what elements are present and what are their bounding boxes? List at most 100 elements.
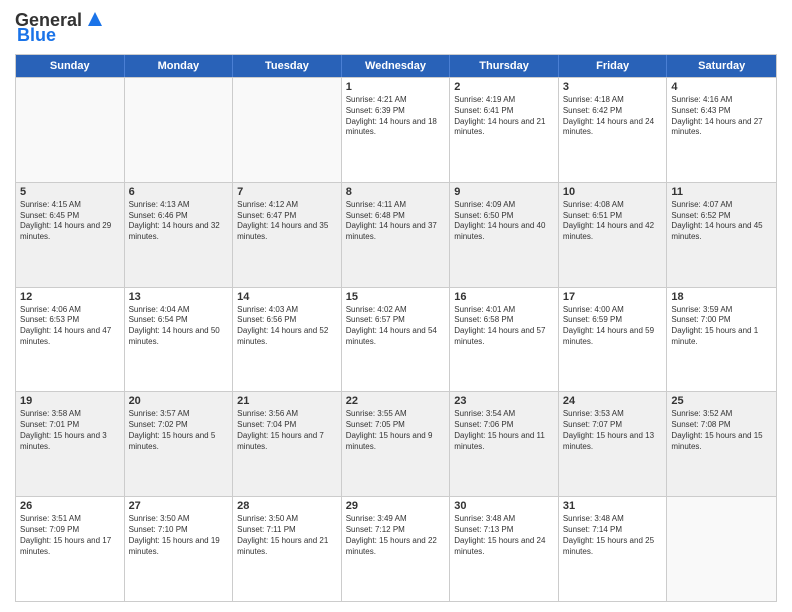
cell-info: Sunrise: 4:19 AM Sunset: 6:41 PM Dayligh… [454,95,554,138]
calendar-cell: 25Sunrise: 3:52 AM Sunset: 7:08 PM Dayli… [667,392,776,496]
cell-info: Sunrise: 4:03 AM Sunset: 6:56 PM Dayligh… [237,305,337,348]
cell-info: Sunrise: 4:04 AM Sunset: 6:54 PM Dayligh… [129,305,229,348]
calendar-cell: 6 Sunrise: 4:13 AM Sunset: 6:46 PM Daylig… [125,183,234,287]
day-number: 26 [20,500,120,512]
cell-info: Sunrise: 3:49 AM Sunset: 7:12 PM Dayligh… [346,514,446,557]
day-number: 23 [454,395,554,407]
day-header-sunday: Sunday [16,55,125,77]
calendar: SundayMondayTuesdayWednesdayThursdayFrid… [15,54,777,602]
cell-info: Sunrise: 4:11 AM Sunset: 6:48 PM Dayligh… [346,200,446,243]
calendar-cell: 22 Sunrise: 3:55 AM Sunset: 7:05 PM Dayli… [342,392,451,496]
calendar-cell: 1 Sunrise: 4:21 AM Sunset: 6:39 PM Daylig… [342,78,451,182]
calendar-cell: 13 Sunrise: 4:04 AM Sunset: 6:54 PM Dayli… [125,288,234,392]
calendar-week-2: 5 Sunrise: 4:15 AM Sunset: 6:45 PM Daylig… [16,182,776,287]
cell-info: Sunrise: 3:48 AM Sunset: 7:13 PM Dayligh… [454,514,554,557]
cell-info: Sunrise: 3:54 AM Sunset: 7:06 PM Dayligh… [454,409,554,452]
logo: General Blue [15,10,106,46]
day-header-wednesday: Wednesday [342,55,451,77]
calendar-cell: 3 Sunrise: 4:18 AM Sunset: 6:42 PM Daylig… [559,78,668,182]
cell-info: Sunrise: 4:09 AM Sunset: 6:50 PM Dayligh… [454,200,554,243]
calendar-cell: 11 Sunrise: 4:07 AM Sunset: 6:52 PM Dayli… [667,183,776,287]
cell-info: Sunrise: 3:52 AM Sunset: 7:08 PM Dayligh… [671,409,772,452]
day-header-monday: Monday [125,55,234,77]
calendar-cell [233,78,342,182]
day-number: 13 [129,291,229,303]
day-number: 7 [237,186,337,198]
cell-info: Sunrise: 3:56 AM Sunset: 7:04 PM Dayligh… [237,409,337,452]
cell-info: Sunrise: 3:50 AM Sunset: 7:11 PM Dayligh… [237,514,337,557]
calendar-cell: 21 Sunrise: 3:56 AM Sunset: 7:04 PM Dayli… [233,392,342,496]
day-number: 30 [454,500,554,512]
calendar-cell: 29 Sunrise: 3:49 AM Sunset: 7:12 PM Dayli… [342,497,451,601]
day-number: 5 [20,186,120,198]
calendar-cell: 5 Sunrise: 4:15 AM Sunset: 6:45 PM Daylig… [16,183,125,287]
calendar-cell [16,78,125,182]
day-number: 12 [20,291,120,303]
cell-info: Sunrise: 4:00 AM Sunset: 6:59 PM Dayligh… [563,305,663,348]
header: General Blue [15,10,777,46]
calendar-cell: 15Sunrise: 4:02 AM Sunset: 6:57 PM Dayli… [342,288,451,392]
calendar-cell: 18 Sunrise: 3:59 AM Sunset: 7:00 PM Dayli… [667,288,776,392]
day-number: 10 [563,186,663,198]
calendar-week-5: 26 Sunrise: 3:51 AM Sunset: 7:09 PM Dayli… [16,496,776,601]
cell-info: Sunrise: 4:12 AM Sunset: 6:47 PM Dayligh… [237,200,337,243]
day-number: 11 [671,186,772,198]
day-number: 31 [563,500,663,512]
cell-info: Sunrise: 3:51 AM Sunset: 7:09 PM Dayligh… [20,514,120,557]
calendar-cell: 9 Sunrise: 4:09 AM Sunset: 6:50 PM Daylig… [450,183,559,287]
calendar-cell: 7 Sunrise: 4:12 AM Sunset: 6:47 PM Daylig… [233,183,342,287]
day-number: 18 [671,291,772,303]
day-number: 22 [346,395,446,407]
day-number: 27 [129,500,229,512]
day-number: 9 [454,186,554,198]
day-number: 1 [346,81,446,93]
cell-info: Sunrise: 4:06 AM Sunset: 6:53 PM Dayligh… [20,305,120,348]
calendar-cell: 12 Sunrise: 4:06 AM Sunset: 6:53 PM Dayli… [16,288,125,392]
cell-info: Sunrise: 3:55 AM Sunset: 7:05 PM Dayligh… [346,409,446,452]
logo-triangle-icon [84,8,106,30]
calendar-cell: 20 Sunrise: 3:57 AM Sunset: 7:02 PM Dayli… [125,392,234,496]
cell-info: Sunrise: 3:58 AM Sunset: 7:01 PM Dayligh… [20,409,120,452]
cell-info: Sunrise: 4:13 AM Sunset: 6:46 PM Dayligh… [129,200,229,243]
cell-info: Sunrise: 3:53 AM Sunset: 7:07 PM Dayligh… [563,409,663,452]
calendar-cell: 24 Sunrise: 3:53 AM Sunset: 7:07 PM Dayli… [559,392,668,496]
day-number: 29 [346,500,446,512]
calendar-cell [125,78,234,182]
cell-info: Sunrise: 3:57 AM Sunset: 7:02 PM Dayligh… [129,409,229,452]
day-number: 21 [237,395,337,407]
cell-info: Sunrise: 4:18 AM Sunset: 6:42 PM Dayligh… [563,95,663,138]
cell-info: Sunrise: 3:48 AM Sunset: 7:14 PM Dayligh… [563,514,663,557]
cell-info: Sunrise: 4:07 AM Sunset: 6:52 PM Dayligh… [671,200,772,243]
calendar-cell: 26 Sunrise: 3:51 AM Sunset: 7:09 PM Dayli… [16,497,125,601]
calendar-cell: 27 Sunrise: 3:50 AM Sunset: 7:10 PM Dayli… [125,497,234,601]
day-number: 8 [346,186,446,198]
calendar-cell: 10 Sunrise: 4:08 AM Sunset: 6:51 PM Dayli… [559,183,668,287]
day-header-thursday: Thursday [450,55,559,77]
day-number: 28 [237,500,337,512]
day-number: 24 [563,395,663,407]
day-number: 4 [671,81,772,93]
cell-info: Sunrise: 3:59 AM Sunset: 7:00 PM Dayligh… [671,305,772,348]
calendar-cell: 8 Sunrise: 4:11 AM Sunset: 6:48 PM Daylig… [342,183,451,287]
calendar-cell: 17 Sunrise: 4:00 AM Sunset: 6:59 PM Dayli… [559,288,668,392]
cell-info: Sunrise: 4:08 AM Sunset: 6:51 PM Dayligh… [563,200,663,243]
day-number: 2 [454,81,554,93]
day-header-tuesday: Tuesday [233,55,342,77]
cell-info: Sunrise: 3:50 AM Sunset: 7:10 PM Dayligh… [129,514,229,557]
cell-info: Sunrise: 4:15 AM Sunset: 6:45 PM Dayligh… [20,200,120,243]
day-number: 17 [563,291,663,303]
calendar-header: SundayMondayTuesdayWednesdayThursdayFrid… [16,55,776,77]
calendar-cell: 19 Sunrise: 3:58 AM Sunset: 7:01 PM Dayli… [16,392,125,496]
cell-info: Sunrise: 4:21 AM Sunset: 6:39 PM Dayligh… [346,95,446,138]
page: General Blue SundayMondayTuesdayWednesda… [0,0,792,612]
day-number: 15 [346,291,446,303]
calendar-cell: 23 Sunrise: 3:54 AM Sunset: 7:06 PM Dayli… [450,392,559,496]
day-number: 6 [129,186,229,198]
day-number: 3 [563,81,663,93]
calendar-body: 1 Sunrise: 4:21 AM Sunset: 6:39 PM Daylig… [16,77,776,601]
calendar-cell: 30 Sunrise: 3:48 AM Sunset: 7:13 PM Dayli… [450,497,559,601]
day-number: 19 [20,395,120,407]
calendar-cell: 28 Sunrise: 3:50 AM Sunset: 7:11 PM Dayli… [233,497,342,601]
day-number: 20 [129,395,229,407]
calendar-week-4: 19 Sunrise: 3:58 AM Sunset: 7:01 PM Dayli… [16,391,776,496]
